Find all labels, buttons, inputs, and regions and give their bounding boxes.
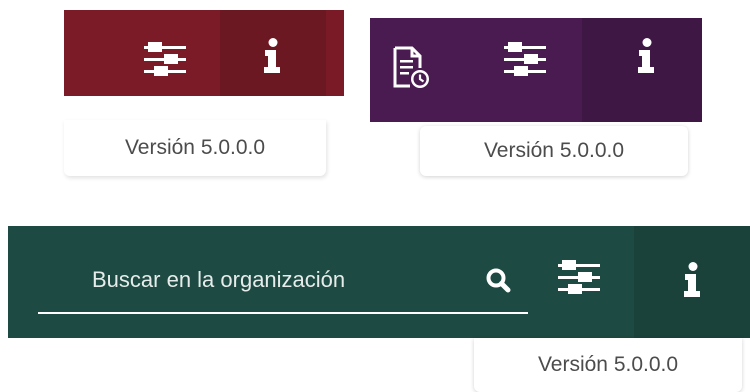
version-label-green: Versión 5.0.0.0 <box>474 338 742 392</box>
settings-sliders-icon[interactable] <box>142 40 188 80</box>
toolbar-green <box>8 226 750 338</box>
info-cell <box>220 10 326 96</box>
toolbar-red <box>64 10 344 96</box>
screenshot-canvas: Versión 5.0.0.0 Versión 5.0.0.0 Buscar e… <box>0 0 750 392</box>
search-icon[interactable] <box>484 266 514 296</box>
info-icon[interactable] <box>682 262 702 298</box>
info-cell <box>582 18 702 122</box>
info-icon[interactable] <box>262 38 282 74</box>
toolbar-purple <box>370 18 702 122</box>
search-box <box>38 256 528 314</box>
search-input[interactable] <box>92 262 432 298</box>
toolbar-edge <box>326 10 344 96</box>
document-history-icon[interactable] <box>392 46 430 90</box>
settings-sliders-icon[interactable] <box>556 258 602 298</box>
version-label-purple: Versión 5.0.0.0 <box>420 126 688 176</box>
info-icon[interactable] <box>636 38 656 74</box>
version-label-red: Versión 5.0.0.0 <box>64 120 326 176</box>
info-cell <box>634 226 750 338</box>
settings-sliders-icon[interactable] <box>502 40 548 80</box>
